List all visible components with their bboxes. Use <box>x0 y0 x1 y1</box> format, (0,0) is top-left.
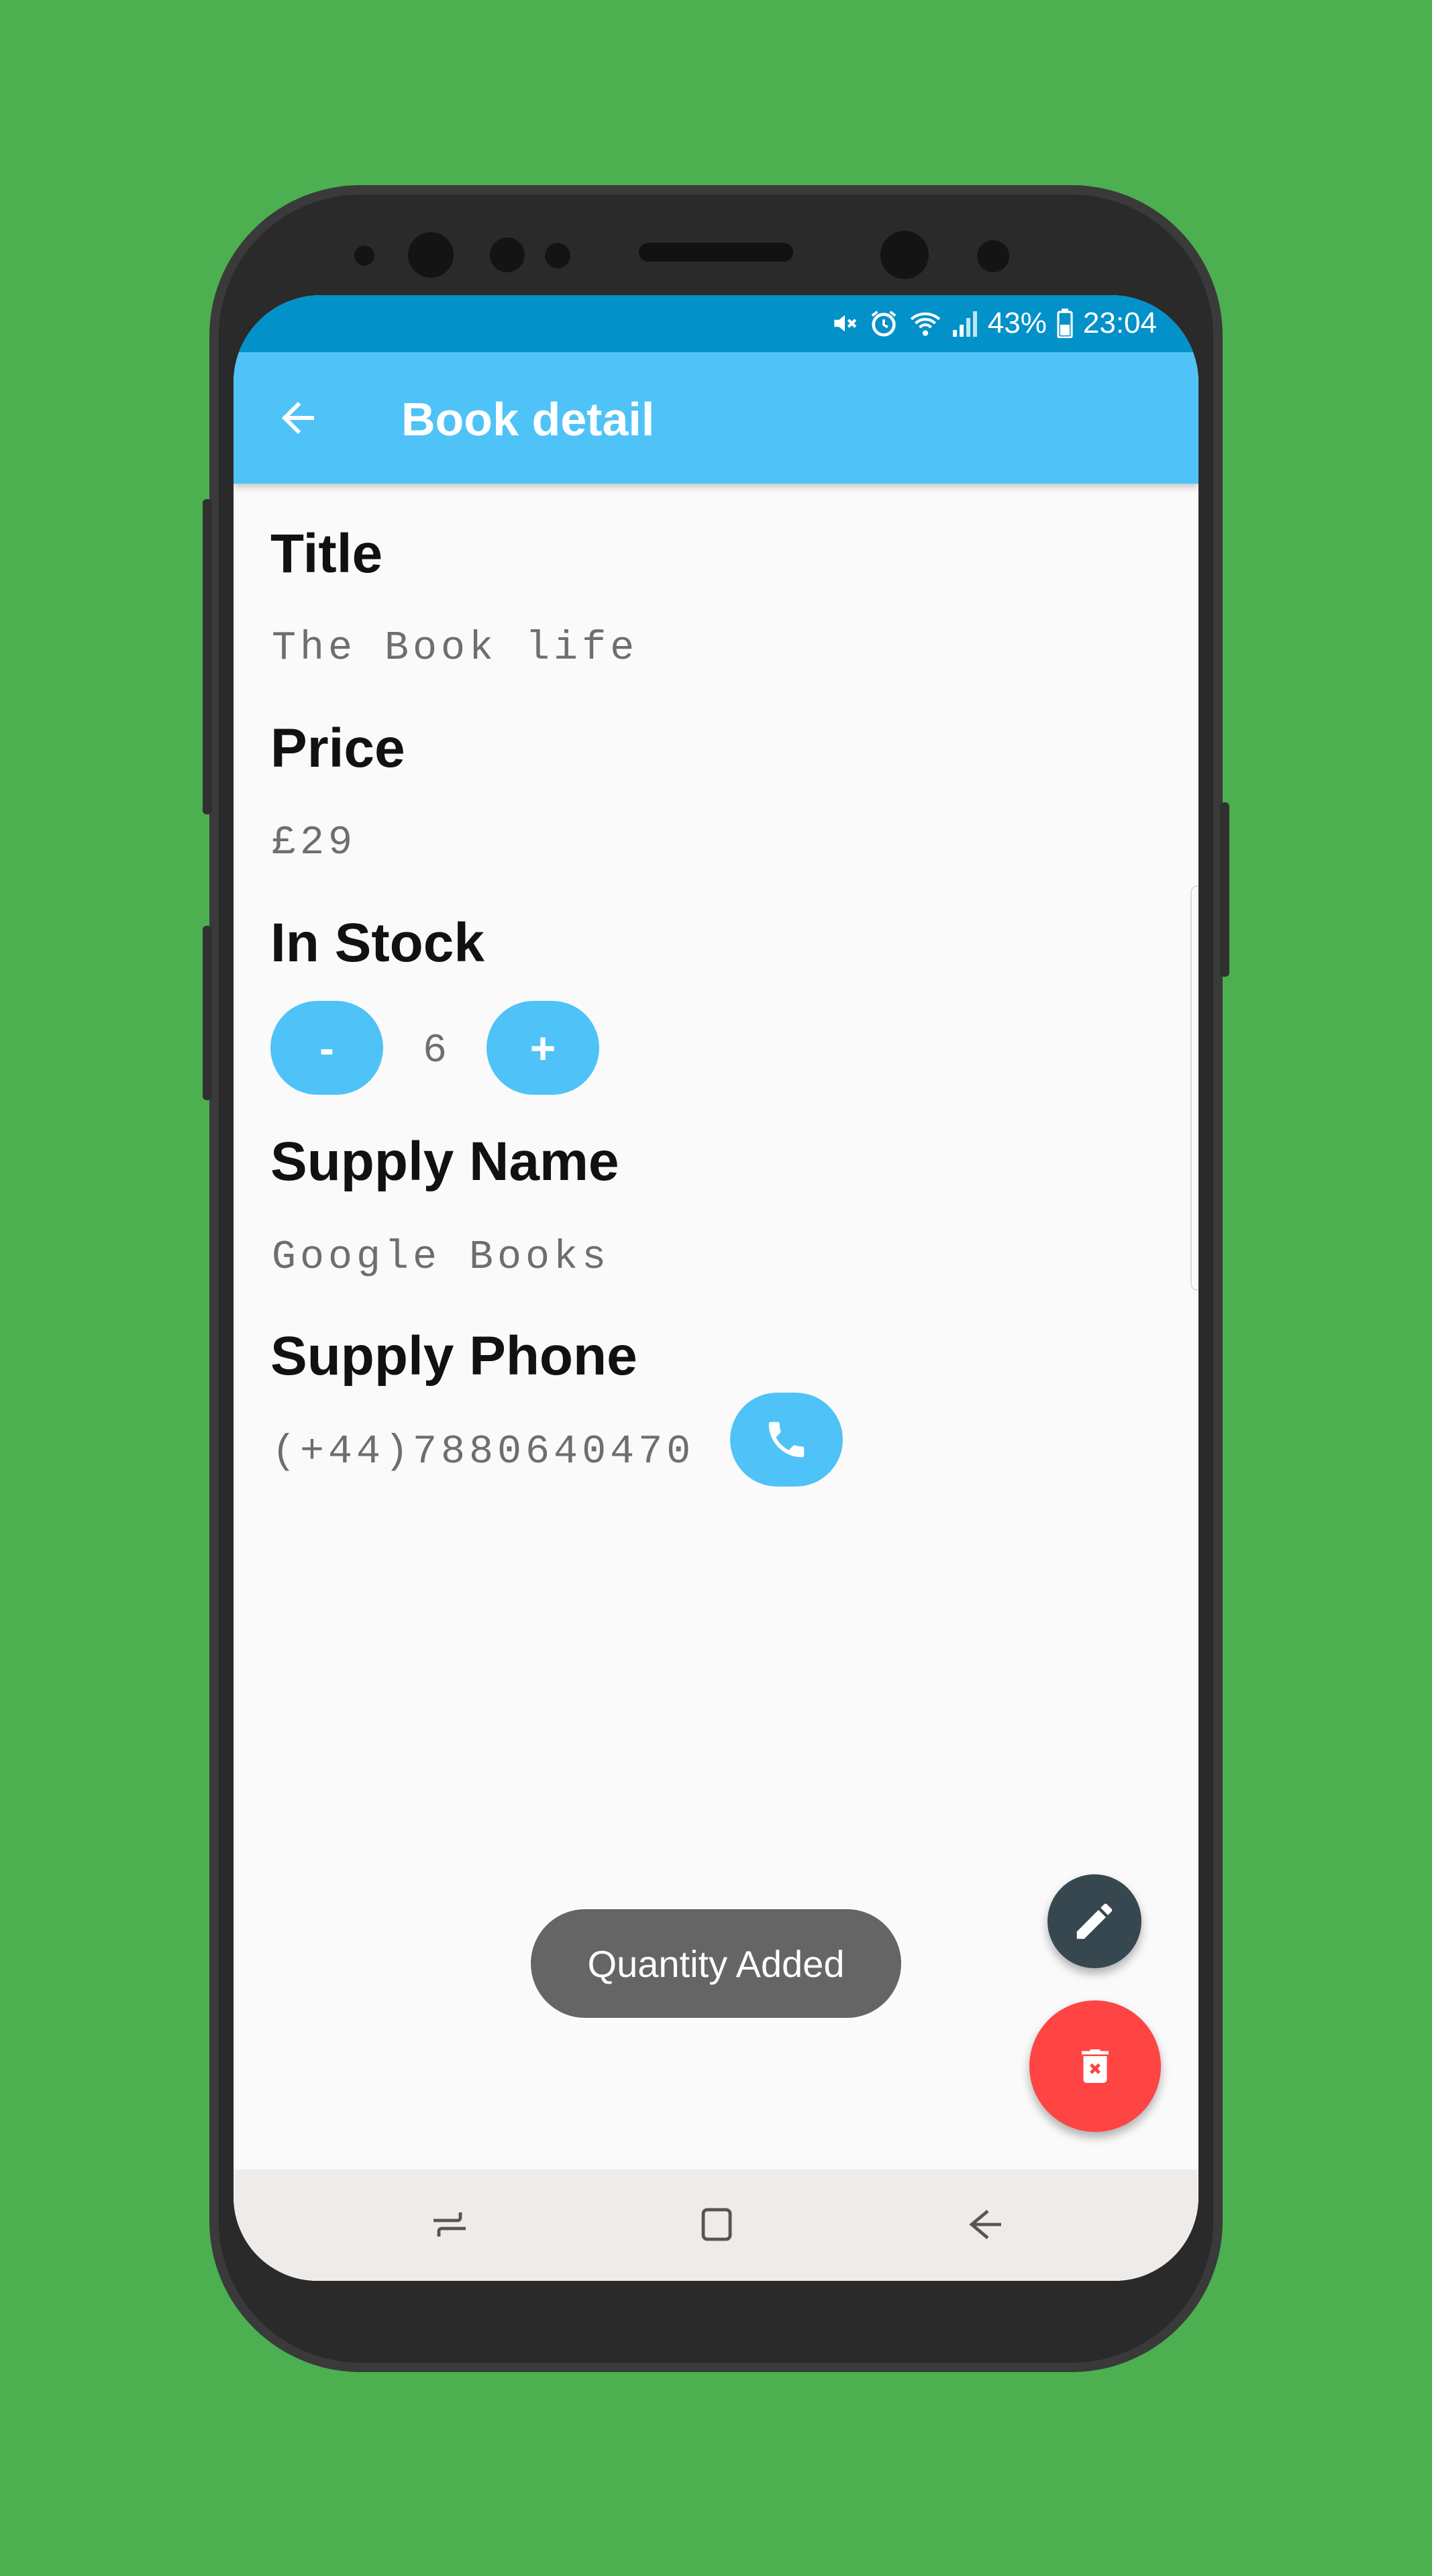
iris-camera <box>408 232 454 278</box>
proximity-sensor <box>490 237 525 272</box>
app-bar: Book detail <box>234 352 1198 484</box>
volume-up-button <box>203 499 212 814</box>
arrow-back-icon <box>282 402 314 434</box>
supplier-phone-value: (+44)7880640470 <box>272 1430 695 1475</box>
navigation-bar <box>234 2169 1198 2281</box>
recent-apps-button[interactable] <box>423 2198 476 2251</box>
supplier-name-value: Google Books <box>272 1235 611 1281</box>
recent-apps-icon <box>433 2212 466 2237</box>
back-button[interactable] <box>274 394 322 442</box>
edit-fab[interactable] <box>1047 1874 1141 1968</box>
earpiece-speaker <box>639 243 793 262</box>
clock: 23:04 <box>1082 307 1157 339</box>
light-sensor <box>545 243 570 268</box>
iris-sensor <box>977 240 1009 272</box>
toast-message: Quantity Added <box>531 1909 901 2018</box>
title-value: The Book life <box>272 626 639 672</box>
power-button <box>1220 802 1229 977</box>
signal-icon <box>952 309 978 338</box>
phone-screen: 43% 23:04 Book detail Title The Book lif… <box>234 295 1198 2281</box>
price-value: £29 <box>272 820 357 866</box>
sensor-dot <box>354 246 374 266</box>
home-button[interactable] <box>690 2198 744 2251</box>
back-icon <box>969 2210 1001 2239</box>
delete-fab[interactable] <box>1029 2000 1161 2132</box>
supplier-phone-label: Supply Phone <box>270 1326 637 1387</box>
wifi-icon <box>909 308 942 339</box>
status-bar: 43% 23:04 <box>234 295 1198 352</box>
system-back-button[interactable] <box>958 2198 1012 2251</box>
stock-label: In Stock <box>270 912 484 973</box>
pencil-icon <box>1076 1903 1113 1939</box>
mute-icon <box>831 309 859 337</box>
edge-panel-handle[interactable] <box>1190 885 1198 1291</box>
battery-icon <box>1056 309 1074 338</box>
bixby-button <box>203 926 212 1100</box>
alarm-icon <box>868 308 899 339</box>
quantity-value: 6 <box>423 1028 452 1074</box>
trash-icon <box>1082 2049 1109 2083</box>
front-camera <box>880 231 929 279</box>
decrement-button[interactable]: - <box>270 1001 383 1095</box>
phone-icon <box>768 1421 805 1458</box>
title-label: Title <box>270 523 383 584</box>
page-title: Book detail <box>401 393 655 445</box>
supplier-name-label: Supply Name <box>270 1131 619 1192</box>
home-icon <box>701 2208 732 2241</box>
status-icons: 43% 23:04 <box>831 306 1157 341</box>
price-label: Price <box>270 718 405 779</box>
increment-button[interactable]: + <box>487 1001 599 1095</box>
call-supplier-button[interactable] <box>730 1393 843 1487</box>
battery-percent: 43% <box>987 307 1047 339</box>
